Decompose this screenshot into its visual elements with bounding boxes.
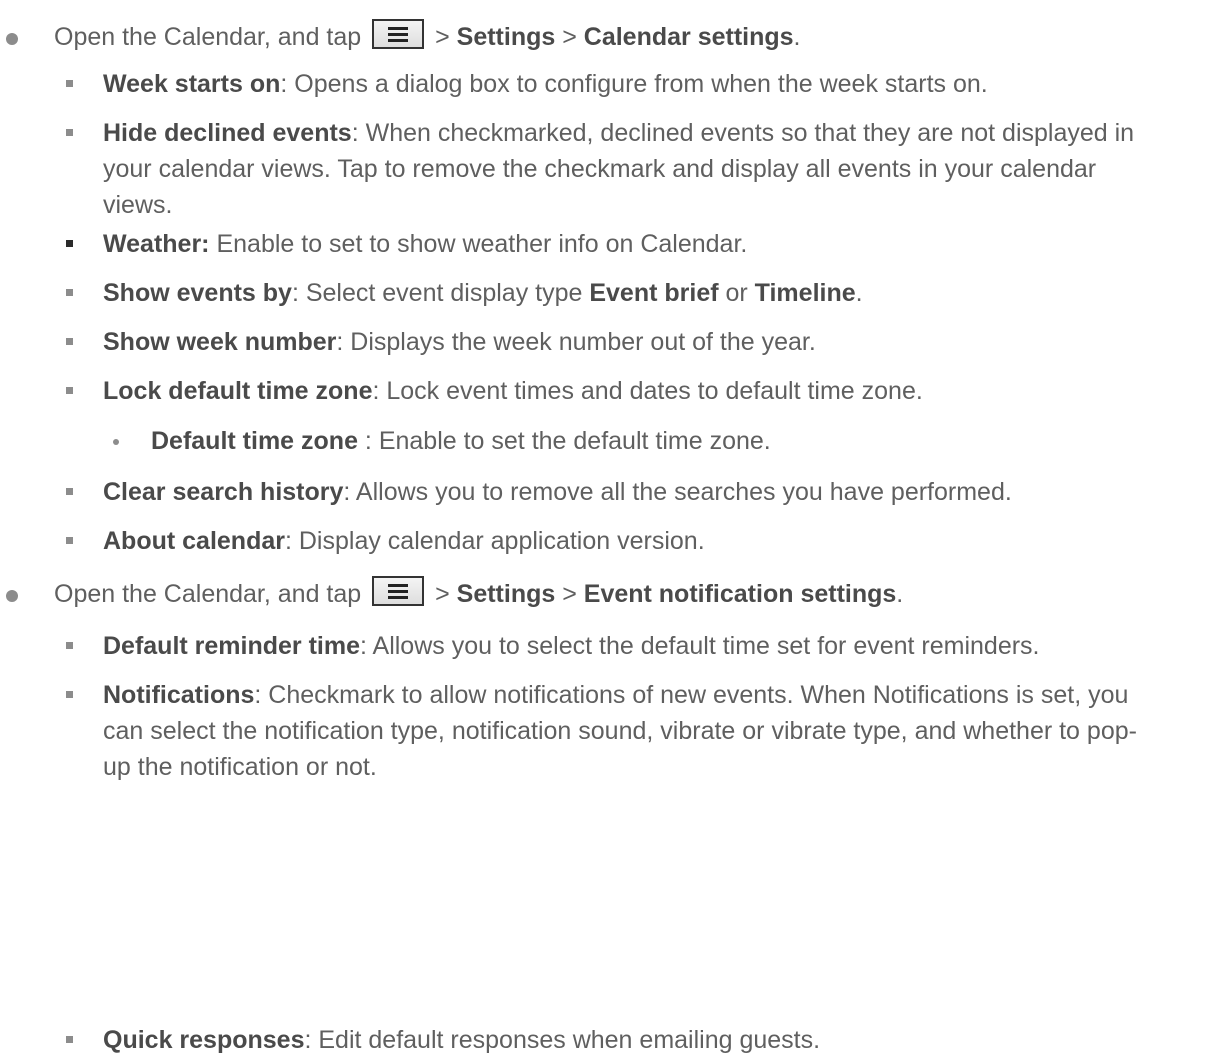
bullet-square [66, 338, 73, 345]
bullet-square [66, 537, 73, 544]
bullet-square [66, 289, 73, 296]
bullet-square [66, 642, 73, 649]
list-item: Default time zone : Enable to set the de… [151, 427, 771, 455]
list-item: Show events by: Select event display typ… [103, 279, 863, 307]
section2-intro: Open the Calendar, and tap > Settings > … [54, 576, 903, 612]
list-item: Week starts on: Opens a dialog box to co… [103, 70, 988, 98]
list-item: Hide declined events: When checkmarked, … [103, 119, 1135, 219]
list-item: About calendar: Display calendar applica… [103, 527, 705, 555]
bullet-square [66, 387, 73, 394]
bullet-square [66, 129, 73, 136]
bullet-square [66, 691, 73, 698]
list-item: Default reminder time: Allows you to sel… [103, 632, 1040, 660]
list-item: Weather: Enable to set to show weather i… [103, 230, 748, 258]
list-item: Clear search history: Allows you to remo… [103, 478, 1012, 506]
bullet-dot [6, 33, 18, 45]
bullet-dot [113, 439, 119, 445]
menu-icon[interactable] [372, 19, 425, 49]
list-item: Lock default time zone: Lock event times… [103, 377, 923, 405]
bullet-square [66, 1036, 73, 1043]
bullet-square [66, 240, 73, 247]
list-item: Show week number: Displays the week numb… [103, 328, 816, 356]
bullet-square [66, 80, 73, 87]
bullet-square [66, 488, 73, 495]
list-item: Quick responses: Edit default responses … [103, 1026, 821, 1054]
bullet-dot [6, 590, 18, 602]
menu-icon[interactable] [372, 576, 425, 606]
list-item: Notifications: Checkmark to allow notifi… [103, 681, 1137, 781]
section1-intro: Open the Calendar, and tap > Settings > … [54, 19, 801, 55]
